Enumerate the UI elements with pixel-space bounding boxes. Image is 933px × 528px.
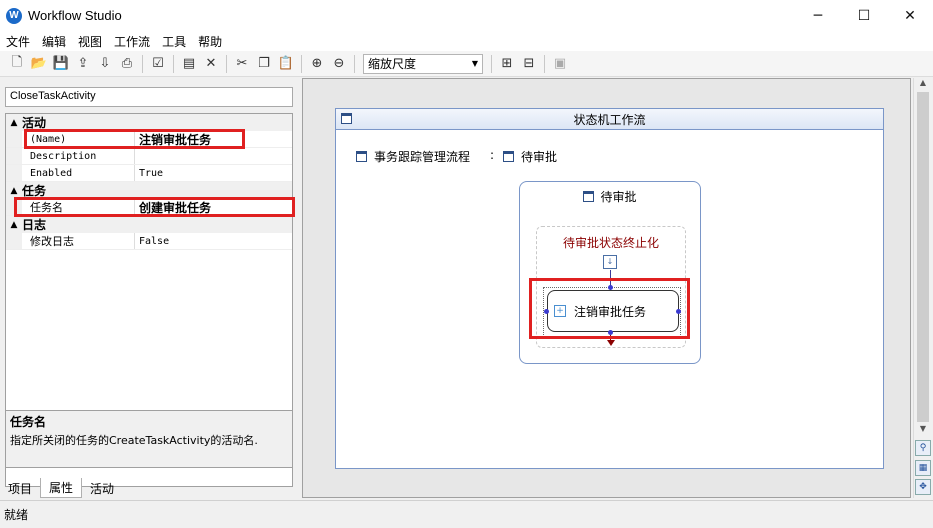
menu-file[interactable]: 文件 (0, 33, 36, 50)
toolbar-separator (226, 54, 227, 73)
zoom-dropdown-label: 缩放尺度 (368, 57, 417, 71)
save-icon[interactable]: 💾 (52, 55, 70, 73)
state-machine-icon (356, 151, 367, 162)
canvas-header: 状态机工作流 (336, 109, 883, 130)
menu-edit[interactable]: 编辑 (36, 33, 72, 50)
app-icon: W (6, 7, 22, 24)
tab-project[interactable]: 项目 (0, 478, 40, 498)
property-row-description[interactable]: Description (6, 148, 292, 165)
new-file-icon[interactable]: 🗋 (8, 55, 26, 73)
toolbar-separator (354, 54, 355, 73)
highlight-task-row (14, 197, 295, 217)
close-button[interactable]: ✕ (887, 0, 933, 31)
highlight-activity (529, 278, 690, 339)
canvas-title: 状态机工作流 (573, 112, 646, 127)
properties-icon[interactable]: ▤ (180, 55, 198, 73)
print-icon[interactable]: ⎙ (118, 55, 136, 73)
window-title: Workflow Studio (28, 8, 122, 23)
current-state-label: 待审批 (521, 150, 558, 164)
highlight-name-row (24, 129, 245, 149)
property-value[interactable]: True (135, 165, 292, 181)
toolbar-separator (142, 54, 143, 73)
status-bar: 就绪 (0, 500, 933, 528)
run-disabled-icon: ▣ (553, 56, 567, 71)
state-icon (583, 191, 595, 202)
toolbar: 🗋 📂 💾 ⇪ ⇩ ⎙ ☑ ▤ ✕ ✂ ❐ 📋 ⊕ ⊖ 缩放尺度 ▼ ⊞ ⊟ ▣ (0, 51, 933, 77)
breadcrumb-separator: : (490, 148, 495, 162)
collapse-icon[interactable]: ▲ (6, 118, 22, 128)
collapse-icon[interactable]: ▲ (6, 186, 22, 196)
zoom-in-icon[interactable]: ⊕ (308, 55, 326, 73)
copy-icon[interactable]: ❐ (255, 55, 273, 73)
tab-properties[interactable]: 属性 (40, 478, 83, 498)
import-icon[interactable]: ⇩ (96, 55, 114, 73)
scroll-thumb[interactable] (917, 92, 929, 422)
expand-icon[interactable]: ⊞ (498, 55, 516, 73)
maximize-button[interactable]: ☐ (841, 0, 887, 31)
open-folder-icon[interactable]: 📂 (30, 55, 48, 73)
status-text: 就绪 (4, 508, 29, 522)
validate-icon[interactable]: ☑ (149, 55, 167, 73)
description-title: 任务名 (10, 415, 47, 429)
collapse-icon[interactable]: ▲ (6, 220, 22, 230)
toolbar-separator (544, 54, 545, 73)
zoom-out-icon[interactable]: ⊖ (330, 55, 348, 73)
description-text: 指定所关闭的任务的CreateTaskActivity的活动名. (10, 434, 258, 447)
minimize-button[interactable]: ─ (795, 0, 841, 31)
workflow-root-link[interactable]: 事务跟踪管理流程 (356, 148, 470, 165)
fit-tool-icon[interactable]: ▦ (915, 460, 931, 476)
state-box-title: 待审批 (600, 190, 637, 204)
publish-icon[interactable]: ⇪ (74, 55, 92, 73)
property-value[interactable]: False (135, 233, 292, 249)
state-box-header: 待审批 (520, 188, 700, 205)
property-value[interactable] (135, 148, 292, 164)
workflow-root-label: 事务跟踪管理流程 (374, 150, 471, 164)
toolbar-separator (301, 54, 302, 73)
pan-tool-icon[interactable]: ✥ (915, 479, 931, 495)
toolbar-separator (173, 54, 174, 73)
menu-bar: 文件 编辑 视图 工作流 工具 帮助 (0, 31, 933, 51)
property-name: 修改日志 (22, 233, 135, 249)
object-selector[interactable]: CloseTaskActivity (5, 87, 293, 107)
category-log[interactable]: ▲ 日志 (6, 216, 292, 233)
title-bar: W Workflow Studio ─ ☐ ✕ (0, 0, 933, 31)
zoom-dropdown[interactable]: 缩放尺度 ▼ (363, 53, 483, 74)
designer-scrollbar[interactable]: ▲ ▼ ⚲ ▦ ✥ (913, 78, 931, 498)
zoom-tool-icon[interactable]: ⚲ (915, 440, 931, 456)
property-row-enabled[interactable]: Enabled True (6, 165, 292, 182)
delete-icon[interactable]: ✕ (202, 55, 220, 73)
menu-workflow[interactable]: 工作流 (108, 33, 156, 50)
cut-icon[interactable]: ✂ (233, 55, 251, 73)
menu-help[interactable]: 帮助 (192, 33, 228, 50)
paste-icon[interactable]: 📋 (277, 55, 295, 73)
state-icon (503, 151, 514, 162)
sequence-start-icon: ↓ (603, 255, 617, 269)
chevron-down-icon: ▼ (471, 59, 478, 68)
menu-view[interactable]: 视图 (72, 33, 108, 50)
scroll-up-icon[interactable]: ▲ (914, 78, 932, 92)
current-state-link[interactable]: 待审批 (503, 148, 557, 165)
property-name: Description (22, 148, 135, 164)
tab-activities[interactable]: 活动 (82, 478, 122, 498)
property-description: 任务名 指定所关闭的任务的CreateTaskActivity的活动名. (5, 410, 293, 468)
toolbar-separator (491, 54, 492, 73)
panel-tabs: 项目 属性 活动 (0, 478, 299, 498)
finalization-label: 待审批状态终止化 (562, 236, 659, 250)
property-name: Enabled (22, 165, 135, 181)
menu-tools[interactable]: 工具 (156, 33, 192, 50)
collapse-icon[interactable]: ⊟ (520, 55, 538, 73)
flow-arrow-icon (607, 340, 615, 346)
scroll-down-icon[interactable]: ▼ (914, 424, 932, 438)
property-row-modify-log[interactable]: 修改日志 False (6, 233, 292, 250)
state-machine-icon (341, 113, 352, 124)
category-label: 日志 (22, 218, 47, 232)
